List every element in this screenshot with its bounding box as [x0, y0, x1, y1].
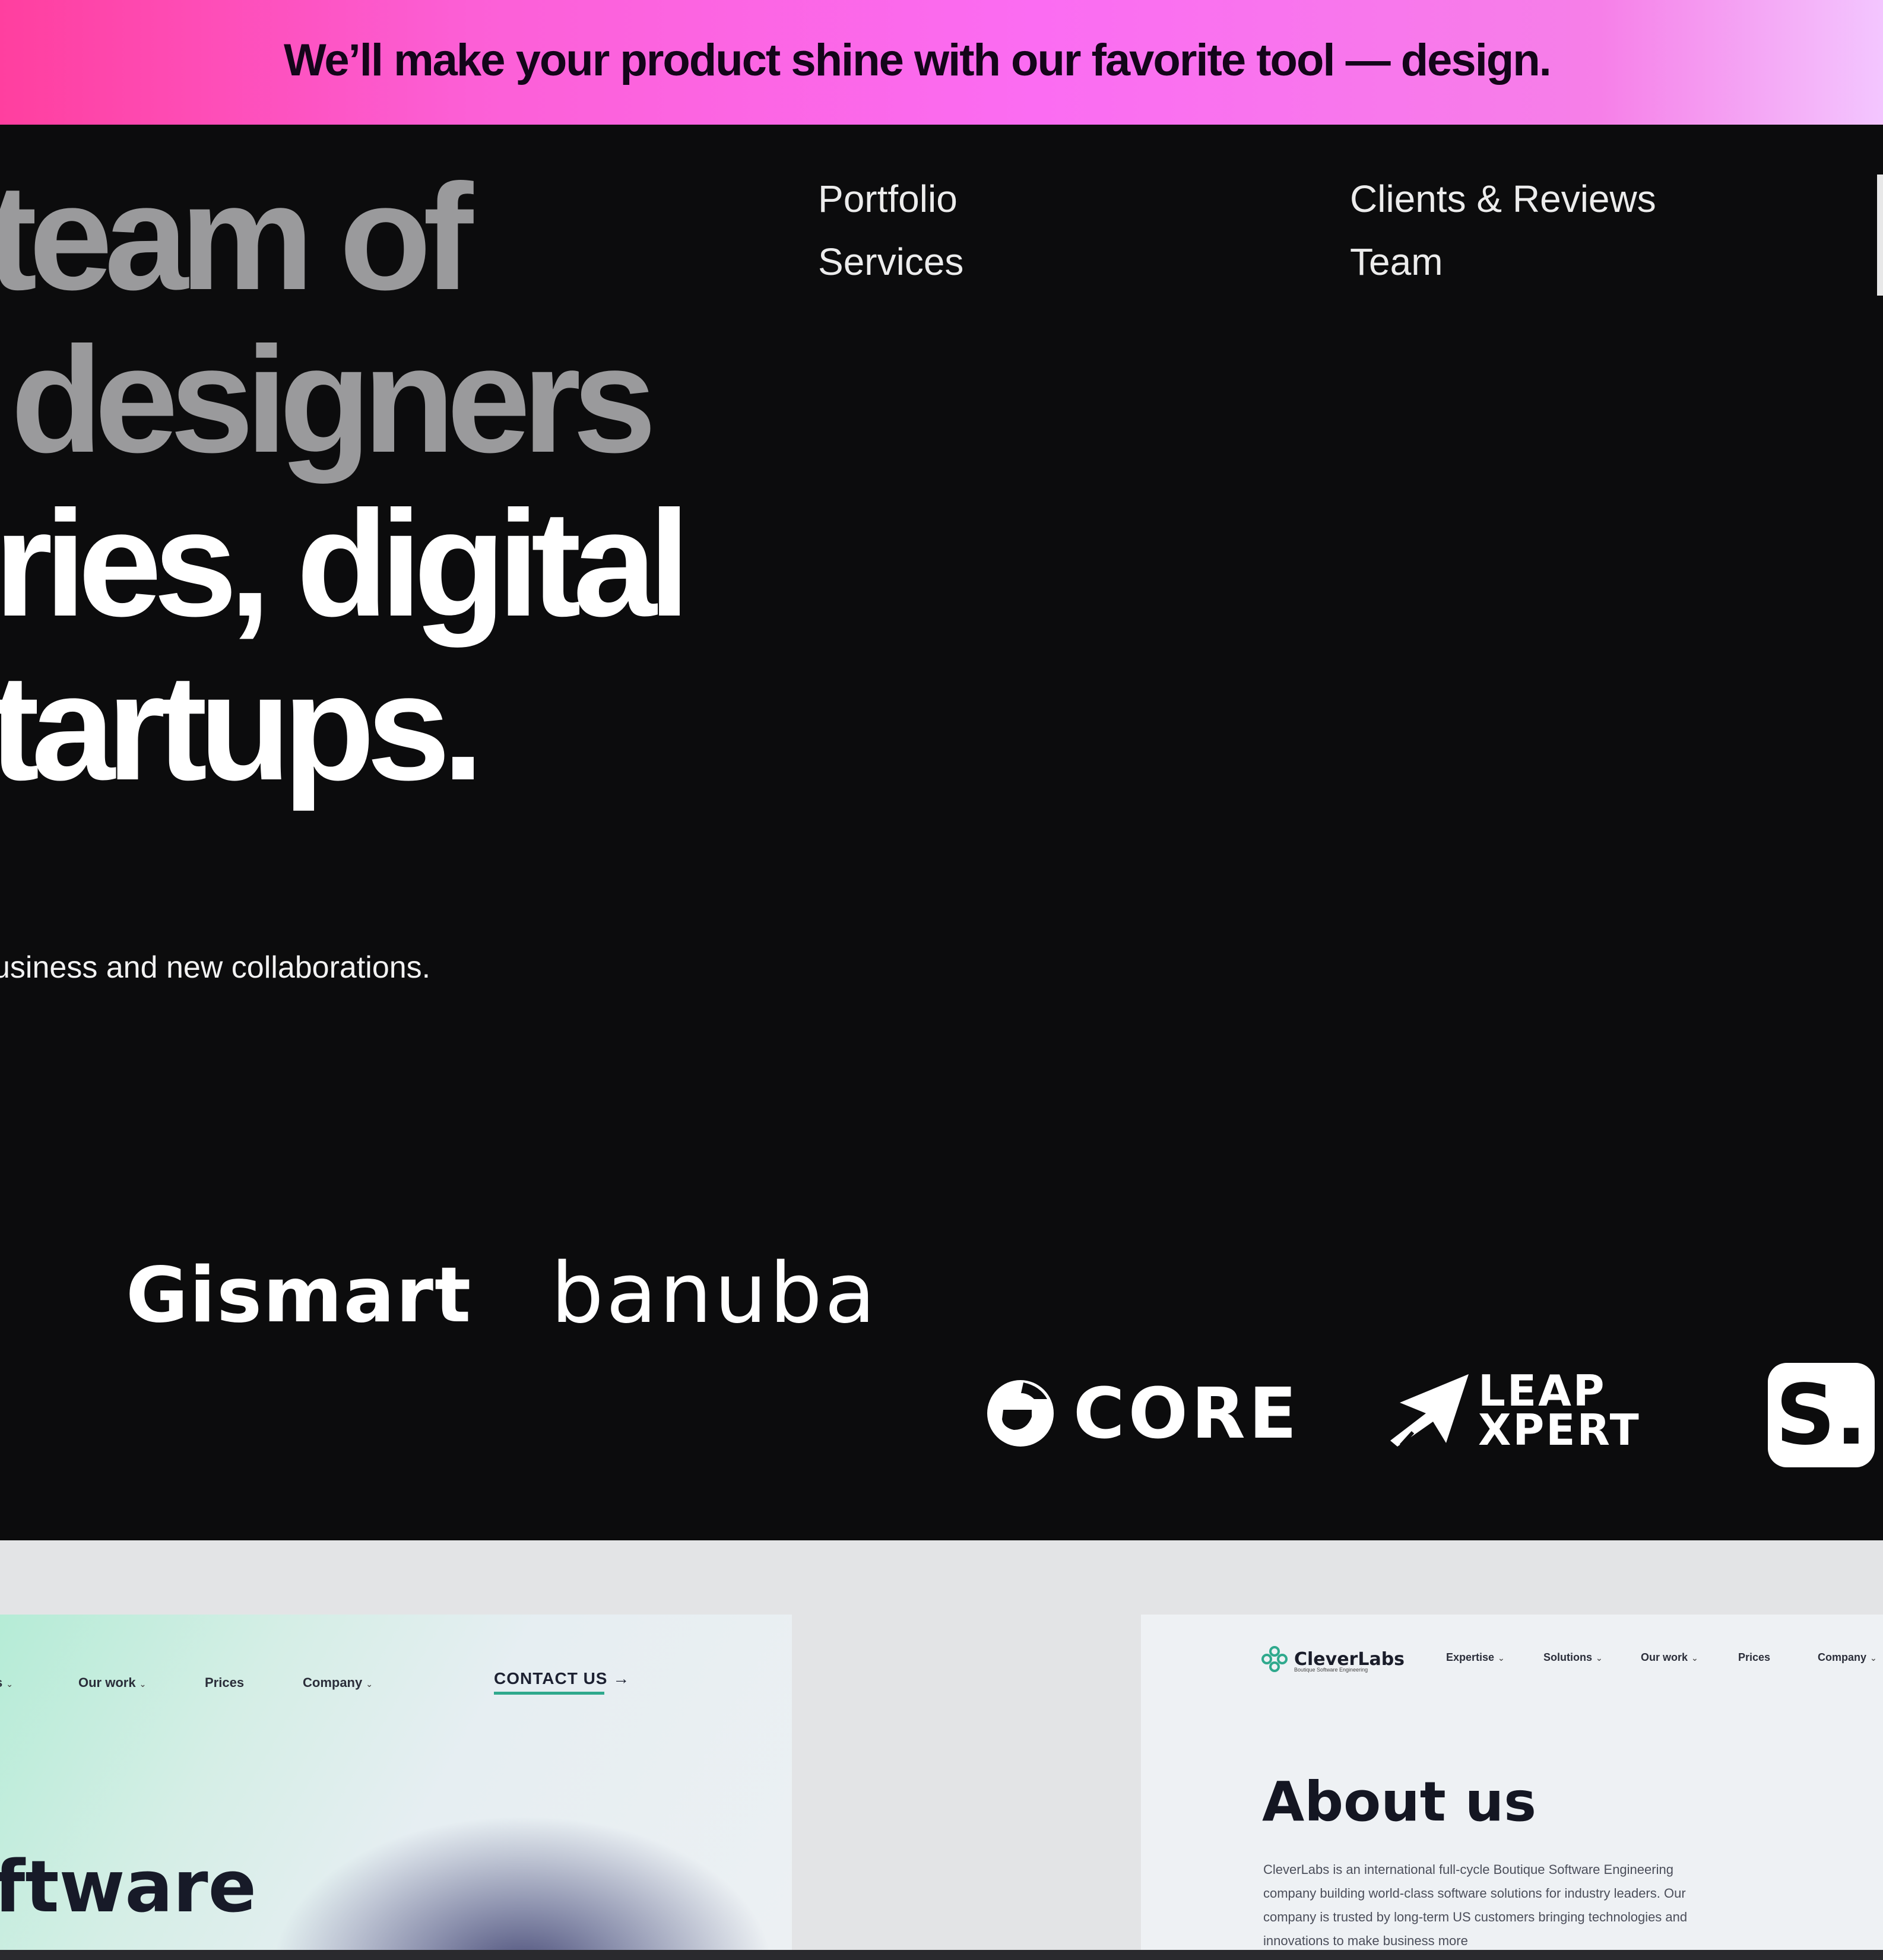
leap-line-2: XPERT: [1478, 1405, 1641, 1455]
about-us-paragraph: CleverLabs is an international full-cycl…: [1263, 1862, 1688, 1948]
logo-s-badge: S.: [1768, 1363, 1875, 1467]
portfolio-gallery: s⌄ Our work⌄ Prices Company⌄ CONTACT US …: [0, 1540, 1883, 1950]
mini-nav-item: Our work ⌄: [1641, 1651, 1698, 1663]
mini-nav-item: Expertise ⌄: [1446, 1651, 1505, 1663]
nav-clients-reviews[interactable]: Clients & Reviews: [1350, 177, 1656, 221]
cleverlabs-logo: CleverLabs Boutique Software Engineering: [1261, 1645, 1405, 1673]
logo-banuba: banuba: [551, 1245, 878, 1342]
banner-text: We’ll make your product shine with our f…: [284, 35, 1552, 85]
headline-line-1: team of: [0, 153, 473, 321]
contact-underline: [494, 1692, 604, 1695]
logo-core-text: CORE: [1073, 1372, 1301, 1454]
mini-nav-item: Solutions ⌄: [1543, 1651, 1603, 1663]
nav-services[interactable]: Services: [818, 240, 963, 284]
promo-banner: We’ll make your product shine with our f…: [0, 0, 1883, 125]
logo-gismart: Gismart: [126, 1251, 473, 1340]
headline-line-3: ries, digital: [0, 479, 690, 648]
portfolio-card-left[interactable]: s⌄ Our work⌄ Prices Company⌄ CONTACT US …: [0, 1615, 792, 1950]
nav-team[interactable]: Team: [1350, 240, 1443, 284]
mini-nav-item: Our work ⌄: [78, 1675, 147, 1690]
portfolio-card-right[interactable]: CleverLabs Boutique Software Engineering…: [1141, 1615, 1883, 1950]
menu-edge-bar: [1877, 175, 1883, 296]
core-g-icon: [987, 1380, 1054, 1447]
logo-leapxpert-text: LEAP XPERT: [1478, 1369, 1641, 1451]
mini-nav-item: Prices: [1738, 1651, 1771, 1663]
about-us-heading: About us: [1262, 1770, 1537, 1834]
logo-leapxpert: LEAP XPERT: [1387, 1369, 1641, 1451]
cleverlabs-flower-icon: [1261, 1646, 1288, 1672]
bottom-strip: [0, 1950, 1883, 1960]
card-heading: ftware: [0, 1846, 256, 1929]
cleverlabs-subtitle: Boutique Software Engineering: [1294, 1667, 1368, 1673]
mini-nav-item: s⌄: [0, 1675, 13, 1690]
nav-portfolio[interactable]: Portfolio: [818, 177, 958, 221]
mini-nav-item: Company ⌄: [303, 1675, 373, 1690]
mini-nav-item: Prices: [205, 1675, 245, 1690]
headline-line-4: tartups.: [0, 643, 484, 811]
logo-core: CORE: [985, 1372, 1300, 1454]
hero-tagline: usiness and new collaborations.: [0, 950, 431, 985]
mini-nav-item: Company ⌄: [1818, 1651, 1877, 1663]
leap-plane-icon: [1390, 1374, 1469, 1448]
contact-us-link: CONTACT US →: [494, 1669, 630, 1688]
headline-line-2: designers: [11, 315, 657, 484]
